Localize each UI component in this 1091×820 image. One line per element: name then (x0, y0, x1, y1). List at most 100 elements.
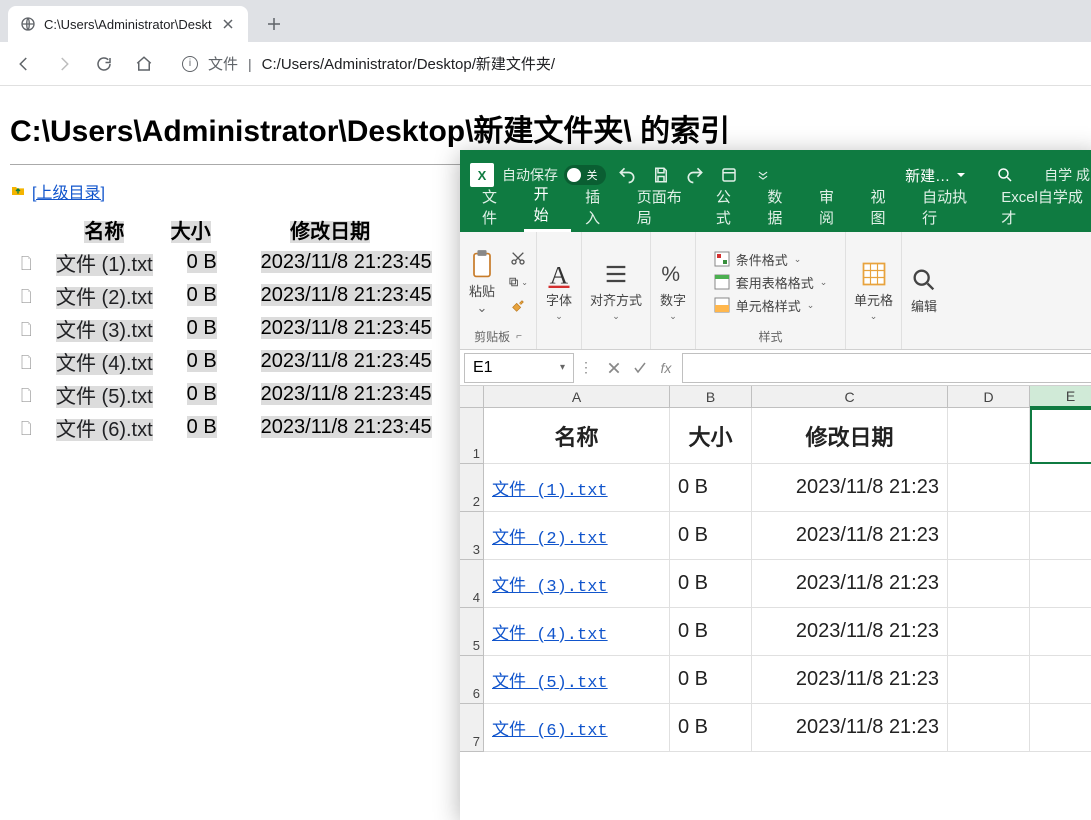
file-link[interactable]: 文件 (1).txt (56, 254, 153, 276)
cell[interactable]: 2023/11/8 21:23 (752, 608, 948, 656)
cell[interactable] (1030, 408, 1091, 464)
cell[interactable]: 0 B (670, 608, 752, 656)
row-header[interactable]: 7 (460, 704, 484, 752)
file-link[interactable]: 文件 (5).txt (56, 386, 153, 408)
col-header-E[interactable]: E (1030, 386, 1091, 408)
cell[interactable] (1030, 512, 1091, 560)
row-header[interactable]: 4 (460, 560, 484, 608)
close-icon[interactable] (220, 16, 236, 32)
back-button[interactable] (10, 50, 38, 78)
ribbon-tab[interactable]: 自动执行 (912, 182, 987, 232)
cell-link[interactable]: 文件 (4).txt (492, 619, 608, 645)
forward-button[interactable] (50, 50, 78, 78)
cell[interactable] (948, 408, 1030, 464)
browser-tab[interactable]: C:\Users\Administrator\Deskt (8, 6, 248, 42)
cell-link[interactable]: 文件 (2).txt (492, 523, 608, 549)
home-button[interactable] (130, 50, 158, 78)
file-link[interactable]: 文件 (6).txt (56, 419, 153, 441)
cell[interactable]: 文件 (6).txt (484, 704, 670, 752)
col-header-A[interactable]: A (484, 386, 670, 408)
select-all-corner[interactable] (460, 386, 484, 408)
cell[interactable]: 2023/11/8 21:23 (752, 656, 948, 704)
cell[interactable]: 0 B (670, 704, 752, 752)
cut-button[interactable] (508, 248, 528, 268)
row-header[interactable]: 3 (460, 512, 484, 560)
cell[interactable]: 大小 (670, 408, 752, 464)
cell-link[interactable]: 文件 (1).txt (492, 475, 608, 501)
file-link[interactable]: 文件 (3).txt (56, 320, 153, 342)
row-header[interactable]: 5 (460, 608, 484, 656)
ribbon-tab[interactable]: 数据 (757, 182, 805, 232)
align-button[interactable]: 对齐方式⌄ (590, 260, 642, 322)
cell-link[interactable]: 文件 (3).txt (492, 571, 608, 597)
cell[interactable]: 0 B (670, 560, 752, 608)
confirm-formula-button[interactable] (630, 358, 650, 378)
cell[interactable] (948, 608, 1030, 656)
cell[interactable] (948, 656, 1030, 704)
cell[interactable]: 文件 (3).txt (484, 560, 670, 608)
formula-input[interactable] (682, 353, 1091, 383)
cell[interactable] (1030, 704, 1091, 752)
conditional-format-button[interactable]: 条件格式⌄ (714, 250, 828, 269)
ribbon-tab[interactable]: 文件 (472, 182, 520, 232)
ribbon-tab[interactable]: 审阅 (809, 182, 857, 232)
col-header-D[interactable]: D (948, 386, 1030, 408)
cell-link[interactable]: 文件 (6).txt (492, 715, 608, 741)
col-header-C[interactable]: C (752, 386, 948, 408)
table-format-button[interactable]: 套用表格格式⌄ (714, 273, 828, 292)
row-header[interactable]: 1 (460, 408, 484, 464)
cell[interactable]: 0 B (670, 464, 752, 512)
font-button[interactable]: A 字体⌄ (545, 260, 573, 322)
cell[interactable]: 文件 (1).txt (484, 464, 670, 512)
address-bar[interactable]: i 文件 | C:/Users/Administrator/Desktop/新建… (170, 48, 1081, 80)
cell-link[interactable]: 文件 (5).txt (492, 667, 608, 693)
cell[interactable]: 2023/11/8 21:23 (752, 704, 948, 752)
number-button[interactable]: % 数字⌄ (659, 260, 687, 322)
format-painter-button[interactable] (508, 296, 528, 316)
cell[interactable]: 文件 (5).txt (484, 656, 670, 704)
cell[interactable]: 名称 (484, 408, 670, 464)
cell[interactable]: 文件 (2).txt (484, 512, 670, 560)
file-link[interactable]: 文件 (2).txt (56, 287, 153, 309)
ribbon-tab[interactable]: 页面布局 (627, 182, 702, 232)
cell[interactable]: 0 B (670, 512, 752, 560)
file-icon (18, 321, 34, 337)
cells-button[interactable]: 单元格⌄ (854, 260, 893, 322)
cell[interactable] (948, 560, 1030, 608)
cell[interactable]: 文件 (4).txt (484, 608, 670, 656)
edit-button[interactable]: 编辑 (910, 266, 938, 315)
cell[interactable] (948, 512, 1030, 560)
new-tab-button[interactable] (260, 10, 288, 38)
cell-styles-button[interactable]: 单元格样式⌄ (714, 296, 828, 315)
cell[interactable]: 2023/11/8 21:23 (752, 560, 948, 608)
address-separator: | (248, 56, 252, 72)
row-header[interactable]: 6 (460, 656, 484, 704)
name-box[interactable]: E1▾ (464, 353, 574, 383)
autosave-toggle[interactable]: 关 (564, 165, 606, 185)
col-header-B[interactable]: B (670, 386, 752, 408)
ribbon-tab[interactable]: 插入 (575, 182, 623, 232)
copy-button[interactable]: ⌄ (508, 272, 528, 292)
ribbon-tab[interactable]: 开始 (524, 179, 572, 232)
row-header[interactable]: 2 (460, 464, 484, 512)
paste-button[interactable]: 粘贴 ⌄ (468, 249, 496, 316)
ribbon-tab[interactable]: Excel自学成才 (991, 182, 1091, 232)
cell[interactable] (1030, 608, 1091, 656)
parent-directory-link[interactable]: [上级目录] (32, 179, 105, 203)
cell[interactable] (1030, 560, 1091, 608)
reload-button[interactable] (90, 50, 118, 78)
cancel-formula-button[interactable] (604, 358, 624, 378)
cell[interactable] (1030, 656, 1091, 704)
cell[interactable] (948, 464, 1030, 512)
spreadsheet[interactable]: A B C D E 1234567 名称大小修改日期文件 (1).txt0 B2… (460, 386, 1091, 820)
ribbon-tab[interactable]: 视图 (861, 182, 909, 232)
cell[interactable]: 2023/11/8 21:23 (752, 512, 948, 560)
cell[interactable]: 2023/11/8 21:23 (752, 464, 948, 512)
cell[interactable]: 修改日期 (752, 408, 948, 464)
cell[interactable] (1030, 464, 1091, 512)
cell[interactable] (948, 704, 1030, 752)
ribbon-tab[interactable]: 公式 (706, 182, 754, 232)
fx-button[interactable]: fx (656, 358, 676, 378)
file-link[interactable]: 文件 (4).txt (56, 353, 153, 375)
cell[interactable]: 0 B (670, 656, 752, 704)
